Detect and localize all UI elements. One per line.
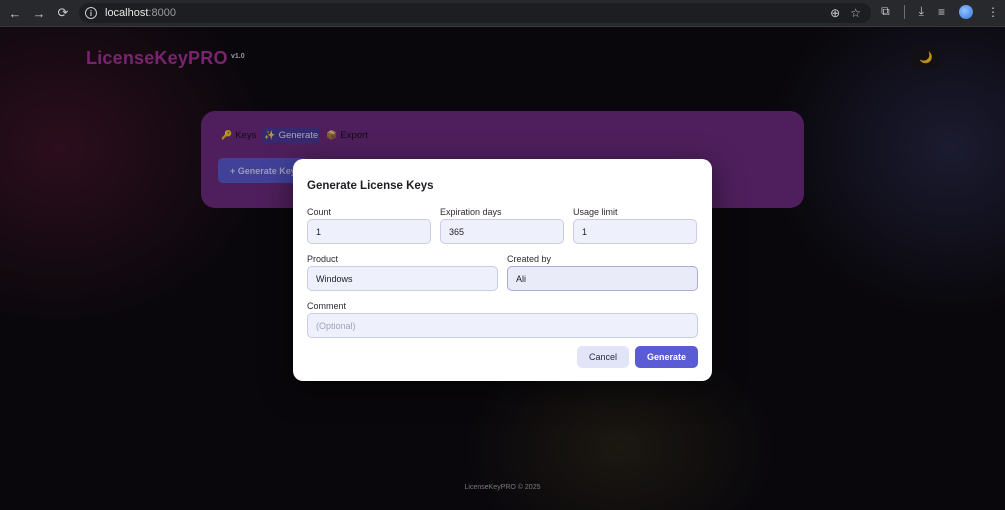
browser-toolbar: ← → ⟳ i localhost:8000 ⊕ ☆ ⧉ ⤓ ≡ ⋮ — [0, 0, 1005, 27]
usage-limit-label: Usage limit — [573, 207, 618, 217]
count-field[interactable]: 1 — [307, 219, 431, 244]
zoom-icon[interactable]: ⊕ — [830, 6, 840, 20]
back-icon[interactable]: ← — [6, 4, 24, 22]
bookmark-icon[interactable]: ☆ — [850, 6, 861, 20]
url-text: localhost:8000 — [105, 7, 176, 19]
reload-icon[interactable]: ⟳ — [54, 4, 72, 22]
page: LicenseKeyPRO v1.0 🌙 🔑 Keys ✨ Generate 📦… — [0, 28, 1005, 510]
url-host: localhost — [105, 7, 149, 19]
expiration-days-label: Expiration days — [440, 207, 502, 217]
comment-label: Comment — [307, 301, 347, 311]
profile-avatar[interactable] — [959, 4, 973, 19]
created-by-field[interactable]: Ali — [507, 266, 698, 291]
media-icon[interactable]: ≡ — [938, 5, 945, 19]
download-icon[interactable]: ⤓ — [919, 4, 924, 19]
product-label: Product — [307, 254, 339, 264]
expiration-days-field[interactable]: 365 — [440, 219, 564, 244]
product-field[interactable]: Windows — [307, 266, 498, 291]
footer-copyright: LicenseKeyPRO © 2025 — [464, 484, 541, 491]
dialog-title: Generate License Keys — [307, 180, 434, 192]
usage-limit-field[interactable]: 1 — [573, 219, 697, 244]
generate-button[interactable]: Generate — [635, 346, 698, 368]
forward-icon[interactable]: → — [30, 4, 48, 22]
menu-icon[interactable]: ⋮ — [987, 5, 999, 19]
url-port: :8000 — [148, 7, 176, 19]
cancel-button[interactable]: Cancel — [577, 346, 629, 368]
toolbar-divider — [903, 4, 905, 19]
address-bar[interactable]: i localhost:8000 ⊕ ☆ — [79, 3, 871, 23]
site-info-icon[interactable]: i — [85, 7, 97, 19]
generate-keys-dialog: Generate License Keys Count 1 Expiration… — [293, 159, 712, 381]
comment-field[interactable]: (Optional) — [307, 313, 698, 338]
extensions-icon[interactable]: ⧉ — [881, 4, 890, 19]
created-by-label: Created by — [507, 254, 552, 264]
count-label: Count — [307, 207, 332, 217]
